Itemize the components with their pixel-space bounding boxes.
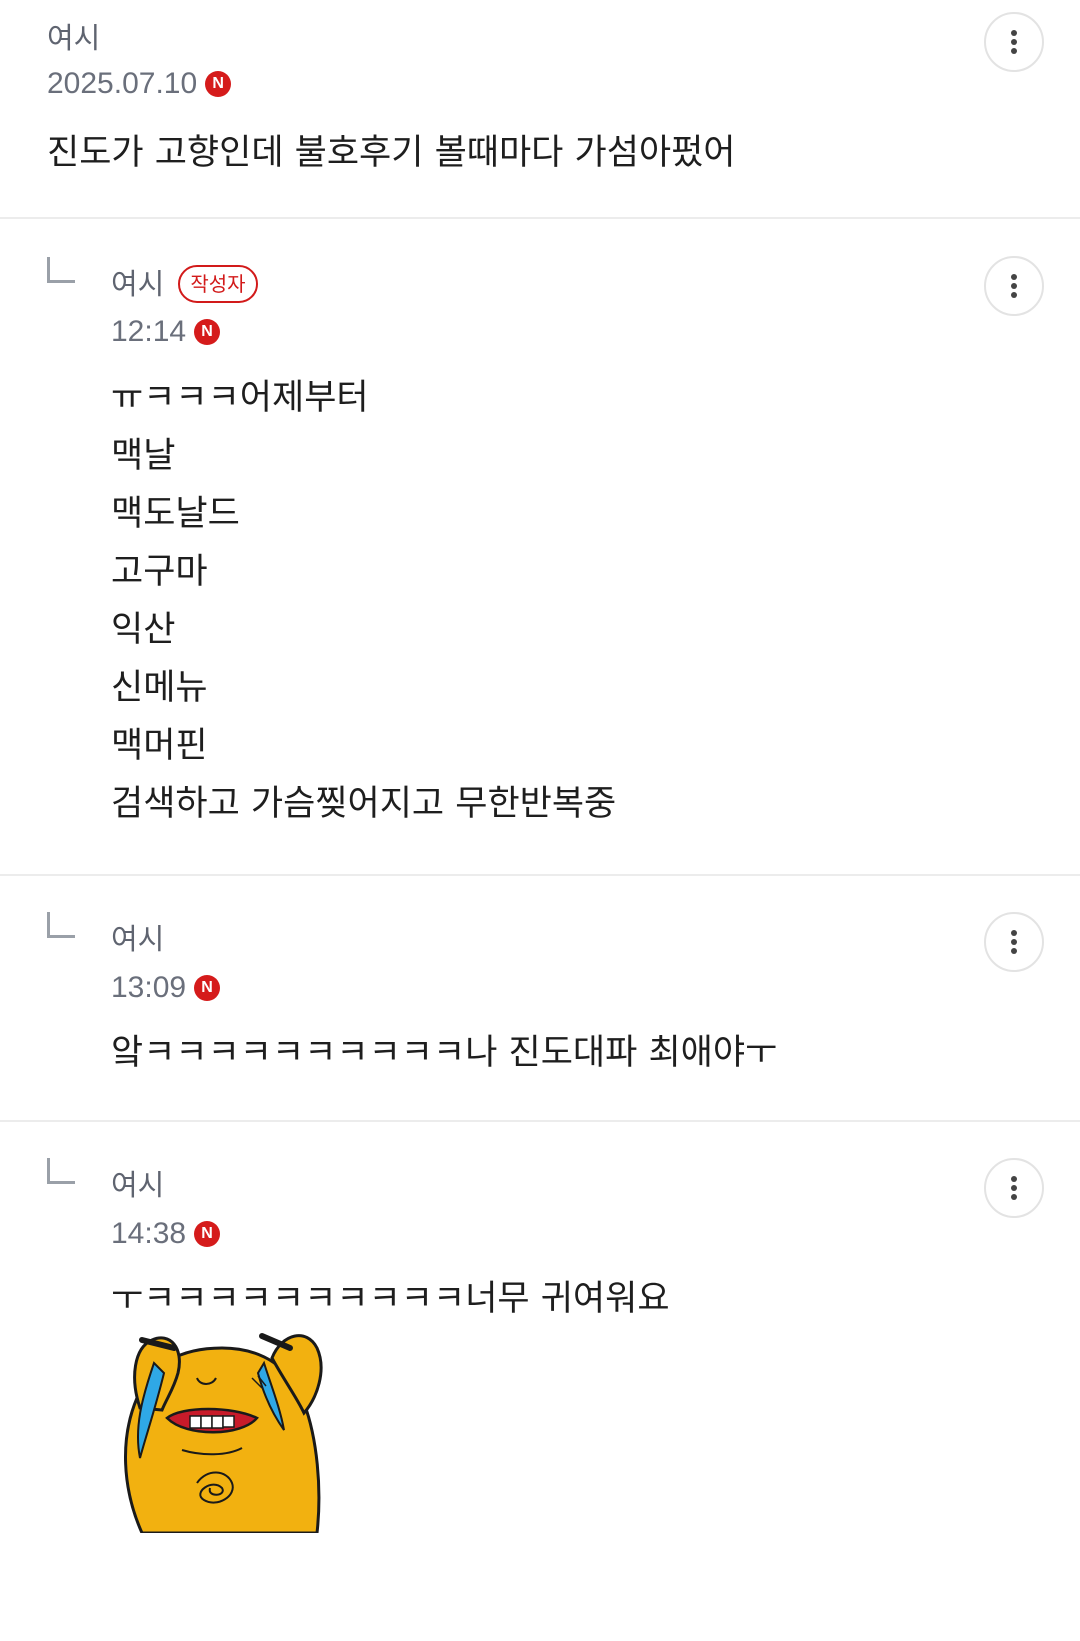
comment-3-reply: 여시 13:09 N 앜ㅋㅋㅋㅋㅋㅋㅋㅋㅋㅋ나 진도대파 최애야ㅜ xyxy=(0,876,1080,1120)
vertical-dots-icon xyxy=(1011,1176,1017,1200)
new-badge: N xyxy=(194,975,221,1001)
more-options-button[interactable] xyxy=(984,256,1044,316)
comment-1: 여시 2025.07.10 N 진도가 고향인데 불호후기 볼때마다 가섬아펐어 xyxy=(0,0,1080,210)
more-options-button[interactable] xyxy=(984,1158,1044,1218)
comment-2-reply: 여시 작성자 12:14 N ㅠㅋㅋㅋ어제부터 맥날 맥도날드 고구마 익산 신… xyxy=(0,219,1080,874)
author-name[interactable]: 여시 xyxy=(47,20,100,56)
reply-arrow-icon xyxy=(47,1158,75,1184)
comment-author[interactable]: 여시 xyxy=(111,921,164,957)
comment-text: 앜ㅋㅋㅋㅋㅋㅋㅋㅋㅋㅋ나 진도대파 최애야ㅜ xyxy=(111,1033,778,1073)
comment-timestamp: 14:38 N xyxy=(111,1216,221,1252)
vertical-dots-icon xyxy=(1011,930,1017,954)
author-name[interactable]: 여시 xyxy=(111,1167,164,1203)
new-badge: N xyxy=(205,71,232,97)
author-name[interactable]: 여시 xyxy=(111,266,164,302)
comment-author[interactable]: 여시 xyxy=(47,20,100,56)
crying-bear-sticker[interactable] xyxy=(112,1318,332,1533)
author-name[interactable]: 여시 xyxy=(111,921,164,957)
comment-text: 진도가 고향인데 불호후기 볼때마다 가섬아펐어 xyxy=(47,133,736,173)
comment-timestamp: 12:14 N xyxy=(111,314,221,350)
author-badge: 작성자 xyxy=(178,265,258,303)
comment-author[interactable]: 여시 작성자 xyxy=(111,265,258,303)
comment-author[interactable]: 여시 xyxy=(111,1167,164,1203)
reply-arrow-icon xyxy=(47,912,75,938)
comment-timestamp: 2025.07.10 N xyxy=(47,66,232,102)
comment-text: ㅠㅋㅋㅋ어제부터 맥날 맥도날드 고구마 익산 신메뉴 맥머핀 검색하고 가슴찢… xyxy=(111,378,617,824)
timestamp-text: 13:09 xyxy=(111,971,187,1004)
vertical-dots-icon xyxy=(1011,274,1017,298)
new-badge: N xyxy=(194,319,221,345)
timestamp-text: 14:38 xyxy=(111,1217,187,1250)
more-options-button[interactable] xyxy=(984,912,1044,972)
timestamp-text: 12:14 xyxy=(111,315,187,348)
vertical-dots-icon xyxy=(1011,30,1017,54)
new-badge: N xyxy=(194,1221,221,1247)
comment-timestamp: 13:09 N xyxy=(111,970,221,1006)
more-options-button[interactable] xyxy=(984,12,1044,72)
reply-arrow-icon xyxy=(47,257,75,283)
timestamp-text: 2025.07.10 xyxy=(47,67,198,100)
